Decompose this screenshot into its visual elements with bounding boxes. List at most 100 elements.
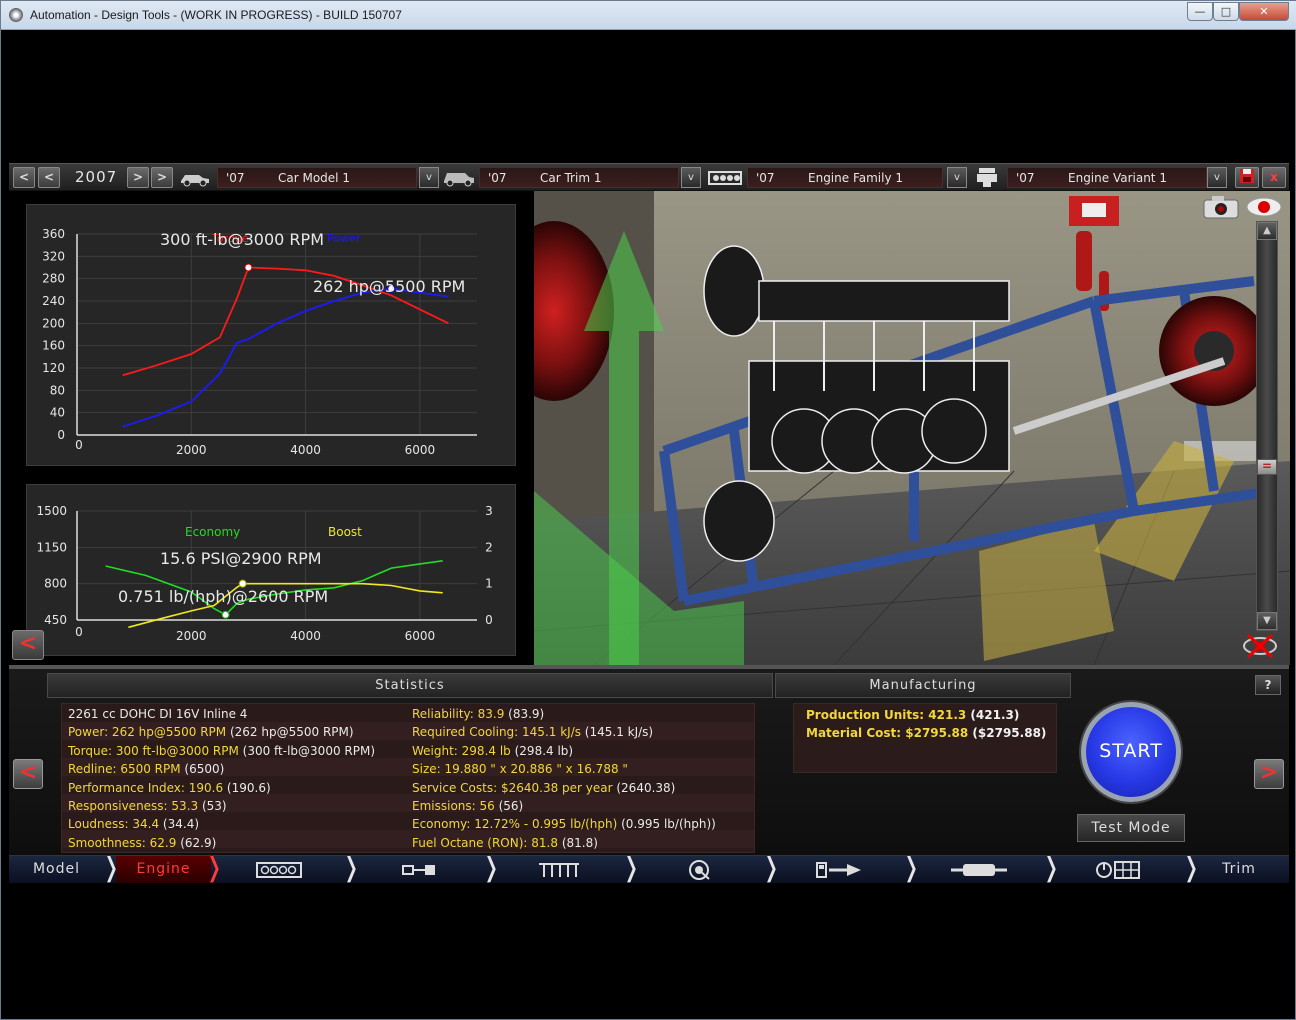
stat-row: Power: 262 hp@5500 RPM (262 hp@5500 RPM) (68, 725, 354, 739)
year-next-button[interactable]: > (127, 167, 149, 188)
stat-label: Service Costs: $2640.38 per year (412, 780, 613, 795)
chevron-down-icon: ▼ (1263, 615, 1271, 626)
y-tick-label: 360 (42, 227, 65, 241)
car-trim-icon[interactable] (441, 166, 477, 189)
stat-label: Economy: 12.72% - 0.995 lb/(hph) (412, 817, 618, 832)
stat-label: Responsiveness: 53.3 (68, 799, 199, 813)
view-toggle-button[interactable] (1244, 195, 1284, 219)
maximize-button[interactable]: □ (1213, 2, 1239, 21)
y-tick-label: 40 (50, 406, 65, 420)
y2-tick-label: 2 (485, 540, 493, 554)
engine-family-field[interactable]: '07 Engine Family 1 (747, 167, 943, 188)
nav-model[interactable]: Model (9, 856, 104, 883)
turbo-icon (685, 860, 713, 885)
material-cost-value: Material Cost: $2795.88 (806, 726, 969, 740)
collapse-panel-button[interactable]: < (12, 630, 44, 660)
stats-prev-button[interactable]: < (13, 759, 43, 789)
boost-peak-annotation: 15.6 PSI@2900 RPM (160, 549, 322, 568)
y-tick-label: 280 (42, 272, 65, 286)
x-tick-label: 0 (75, 438, 83, 452)
x-tick-label: 2000 (176, 629, 207, 643)
stat-row: Economy: 12.72% - 0.995 lb/(hph) (0.995 … (412, 817, 716, 831)
minimize-button[interactable]: — (1187, 2, 1213, 21)
material-cost-original: ($2795.88) (968, 726, 1047, 740)
car-model-field[interactable]: '07 Car Model 1 (217, 167, 417, 188)
nav-chevron-icon: ❭ (482, 853, 501, 884)
info-panel: Statistics Manufacturing ? < 2261 cc DOH… (9, 665, 1289, 855)
eye-crossed-icon (1240, 633, 1280, 665)
stats-next-button[interactable]: > (1254, 759, 1284, 789)
scroll-thumb[interactable]: = (1257, 459, 1277, 475)
nav-turbo[interactable] (659, 856, 739, 883)
stat-row: 2261 cc DOHC DI 16V Inline 4 (68, 707, 247, 721)
y-tick-label: 240 (42, 294, 65, 308)
tuning-icon (1095, 861, 1143, 885)
engine-variant-icon[interactable] (971, 166, 1003, 189)
x-tick-label: 4000 (290, 443, 321, 457)
car-trim-field[interactable]: '07 Car Trim 1 (479, 167, 679, 188)
engine-family-dropdown[interactable]: v (947, 167, 967, 188)
material-cost-stat: Material Cost: $2795.88 ($2795.88) (806, 726, 1046, 740)
scroll-up-button[interactable]: ▲ (1257, 222, 1277, 240)
nav-fuel[interactable] (799, 856, 879, 883)
engine-3d-scene (534, 191, 1290, 665)
car-trim-dropdown[interactable]: v (681, 167, 701, 188)
y-tick-label: 1150 (36, 540, 67, 554)
stat-row: Redline: 6500 RPM (6500) (68, 762, 224, 776)
production-units-original: (421.3) (966, 708, 1020, 722)
engine-variant-field[interactable]: '07 Engine Variant 1 (1007, 167, 1207, 188)
stat-row: Size: 19.880 " x 20.886 " x 16.788 " (412, 762, 628, 776)
zoom-scrollbar[interactable]: ▲ = ▼ (1256, 221, 1278, 631)
nav-chevron-icon: ❭ (205, 853, 224, 884)
nav-engine[interactable]: Engine (116, 856, 211, 883)
economy-best-annotation: 0.751 lb/(hph)@2600 RPM (118, 587, 328, 606)
y2-tick-label: 1 (485, 577, 493, 591)
engine-family-icon[interactable] (705, 166, 745, 189)
engine-variant-dropdown[interactable]: v (1207, 167, 1227, 188)
engine-family-year: '07 (756, 171, 775, 185)
y-tick-label: 200 (42, 316, 65, 330)
nav-exhaust[interactable] (939, 856, 1019, 883)
nav-engine-block[interactable] (239, 856, 319, 883)
power-series-line (122, 287, 449, 428)
nav-valvetrain[interactable] (519, 856, 599, 883)
nav-trim[interactable]: Trim (1199, 856, 1279, 883)
hide-ui-button[interactable] (1240, 631, 1280, 661)
test-mode-button[interactable]: Test Mode (1077, 814, 1185, 842)
nav-chevron-icon: ❭ (902, 853, 921, 884)
design-toolbar: < < 2007 > > '07 Car Model 1 v '07 Car T… (9, 163, 1289, 191)
year-prev-fast-button[interactable]: < (13, 167, 35, 188)
year-next-fast-button[interactable]: > (151, 167, 173, 188)
car-model-icon[interactable] (177, 166, 213, 189)
stat-row: Fuel Octane (RON): 81.8 (81.8) (412, 836, 598, 850)
nav-chevron-icon: ❭ (342, 853, 361, 884)
start-button[interactable]: START (1081, 702, 1181, 802)
stat-row: Emissions: 56 (56) (412, 799, 523, 813)
nav-crankshaft[interactable] (379, 856, 459, 883)
scroll-down-button[interactable]: ▼ (1257, 612, 1277, 630)
nav-tuning[interactable] (1079, 856, 1159, 883)
app-window: Automation - Design Tools - (WORK IN PRO… (0, 0, 1296, 1020)
year-prev-button[interactable]: < (38, 167, 60, 188)
stat-original-value: (262 hp@5500 RPM) (226, 725, 354, 740)
stat-label: Torque: 300 ft-lb@3000 RPM (68, 743, 239, 758)
stat-row: Reliability: 83.9 (83.9) (412, 707, 544, 721)
stat-row: Responsiveness: 53.3 (53) (68, 799, 227, 813)
statistics-header: Statistics (47, 673, 773, 698)
window-close-button[interactable]: ✕ (1239, 2, 1289, 21)
y-tick-label: 1500 (36, 504, 67, 518)
close-design-button[interactable]: x (1262, 167, 1286, 188)
save-button[interactable] (1235, 167, 1259, 188)
engine-3d-viewport[interactable]: ▲ = ▼ (534, 191, 1290, 665)
statistics-list: 2261 cc DOHC DI 16V Inline 4 Power: 262 h… (61, 703, 755, 853)
stat-row: Smoothness: 62.9 (62.9) (68, 836, 216, 850)
car-model-dropdown[interactable]: v (419, 167, 439, 188)
y-tick-label: 450 (44, 613, 67, 627)
help-button[interactable]: ? (1255, 675, 1281, 695)
y-tick-label: 320 (42, 249, 65, 263)
stat-original-value: (56) (494, 799, 524, 813)
screenshot-button[interactable] (1202, 195, 1240, 219)
save-icon (1239, 169, 1255, 187)
stat-original-value: (0.995 lb/(hph)) (617, 817, 716, 832)
engine-variant-name: Engine Variant 1 (1068, 171, 1167, 185)
